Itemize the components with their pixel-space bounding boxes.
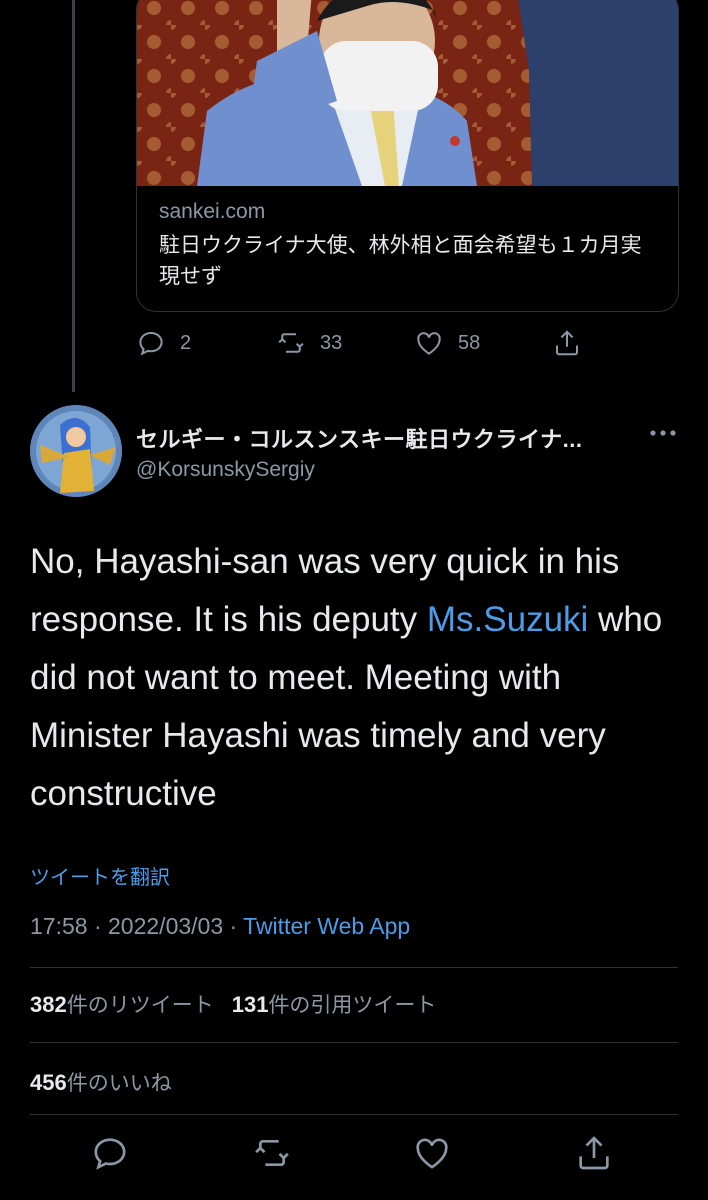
share-icon[interactable] [574, 1133, 614, 1173]
tweet-author: セルギー・コルスンスキー駐日ウクライナ... @KorsunskySergiy [30, 405, 680, 497]
share-button[interactable] [552, 324, 582, 362]
link-title: 駐日ウクライナ大使、林外相と面会希望も１カ月実現せず [159, 234, 642, 288]
tweet-text: No, Hayashi-san was very quick in his re… [30, 533, 680, 823]
parent-tweet-actions: 2 33 58 [136, 324, 606, 362]
like-button[interactable]: 58 [414, 324, 480, 362]
tweet-actions-bar [30, 1133, 678, 1177]
author-handle[interactable]: @KorsunskySergiy [136, 458, 315, 482]
link-preview-card[interactable]: sankei.com 駐日ウクライナ大使、林外相と面会希望も１カ月実現せず [136, 0, 679, 312]
link-preview-image[interactable] [137, 0, 678, 186]
more-icon[interactable] [648, 423, 678, 443]
mention-link[interactable]: Ms.Suzuki [427, 600, 588, 639]
divider [30, 967, 678, 968]
retweet-icon [278, 333, 304, 353]
retweet-button[interactable]: 33 [276, 324, 342, 362]
like-icon [417, 332, 441, 355]
reply-icon[interactable] [90, 1133, 130, 1173]
thread-connector-line [72, 0, 75, 392]
link-preview-meta: sankei.com 駐日ウクライナ大使、林外相と面会希望も１カ月実現せず [159, 198, 658, 292]
quotes-label: 件の引用ツイート [268, 994, 437, 1017]
divider [30, 1042, 678, 1043]
tweet-date[interactable]: 2022/03/03 [108, 913, 223, 939]
quotes-stat[interactable]: 131件の引用ツイート [231, 992, 437, 1017]
tweet-time[interactable]: 17:58 [30, 913, 88, 939]
retweets-stat[interactable]: 382件のリツイート [30, 992, 214, 1017]
likes-stats: 456件のいいね [30, 1067, 172, 1097]
like-icon[interactable] [412, 1133, 452, 1173]
likes-stat[interactable]: 456件のいいね [30, 1070, 172, 1095]
retweets-count: 382 [30, 992, 67, 1017]
separator: · [87, 913, 109, 939]
translate-tweet-link[interactable]: ツイートを翻訳 [30, 861, 170, 890]
author-name[interactable]: セルギー・コルスンスキー駐日ウクライナ... [136, 422, 582, 454]
reply-icon [139, 331, 163, 356]
tweet-source-link[interactable]: Twitter Web App [243, 913, 410, 939]
divider [30, 1114, 678, 1115]
link-domain: sankei.com [159, 200, 266, 223]
retweet-count: 33 [320, 331, 343, 354]
retweets-label: 件のリツイート [66, 994, 214, 1017]
like-count: 58 [458, 331, 481, 354]
likes-label: 件のいいね [66, 1072, 172, 1095]
tweet-timestamp: 17:58 · 2022/03/03 · Twitter Web App [30, 913, 410, 940]
reply-button[interactable]: 2 [136, 324, 191, 362]
retweet-icon[interactable] [252, 1133, 292, 1173]
avatar[interactable] [30, 405, 122, 497]
reply-count: 2 [180, 331, 192, 354]
separator: · [223, 913, 244, 939]
likes-count: 456 [30, 1070, 67, 1095]
retweet-stats: 382件のリツイート 131件の引用ツイート [30, 989, 436, 1019]
share-icon [556, 330, 578, 356]
quotes-count: 131 [231, 992, 269, 1017]
